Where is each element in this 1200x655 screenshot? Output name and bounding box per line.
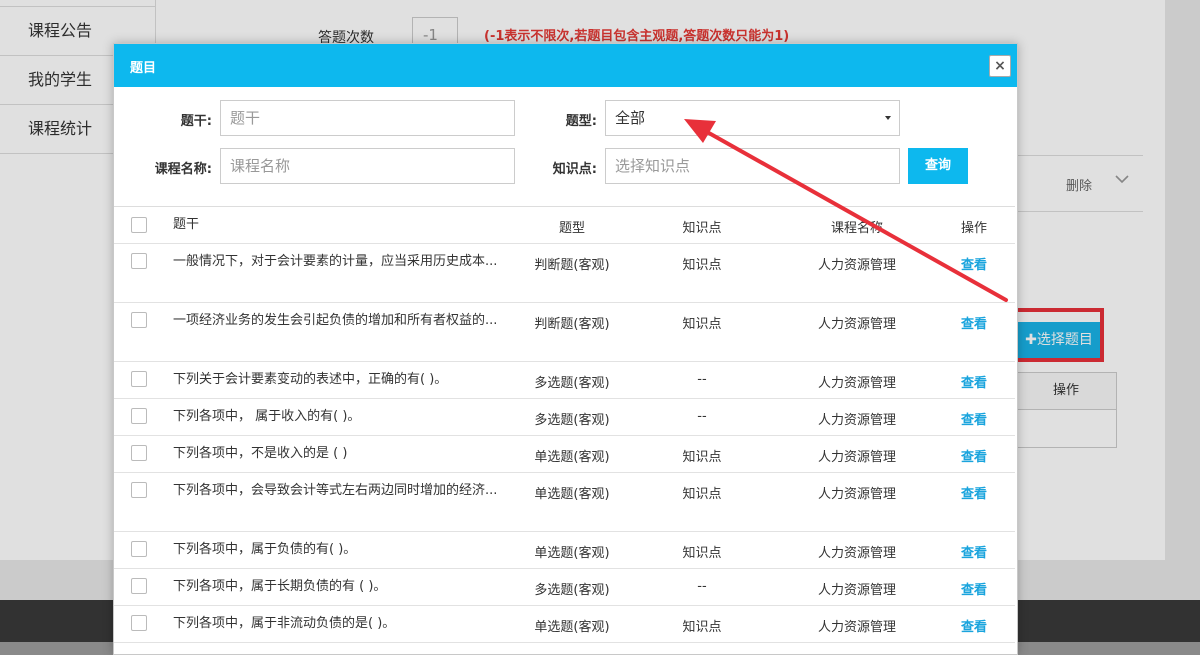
row-stem: 一般情况下，对于会计要素的计量，应当采用历史成本... [173, 254, 498, 269]
row-checkbox[interactable] [131, 445, 147, 461]
table-header-row: 题干 题型 知识点 课程名称 操作 [114, 207, 1015, 244]
row-checkbox[interactable] [131, 578, 147, 594]
table-row: 下列关于会计要素变动的表述中，正确的有( )。 多选题(客观) -- 人力资源管… [114, 362, 1015, 399]
row-knowledge-point: 知识点 [682, 546, 722, 561]
table-row: 下列各项中，属于长期负债的有 ( )。 多选题(客观) -- 人力资源管理 查看 [114, 569, 1015, 606]
stem-input[interactable]: 题干 [220, 100, 515, 136]
course-name-label: 课程名称: [154, 162, 212, 177]
row-type: 单选题(客观) [534, 620, 610, 635]
row-knowledge-point: -- [697, 372, 707, 387]
row-type: 判断题(客观) [534, 317, 610, 332]
row-knowledge-point: 知识点 [682, 487, 722, 502]
row-stem: 下列各项中，属于长期负债的有 ( )。 [173, 579, 387, 594]
header-type: 题型 [558, 221, 585, 236]
modal-title: 题目 [130, 61, 157, 76]
row-course-name: 人力资源管理 [817, 546, 896, 561]
query-button[interactable]: 查询 [908, 148, 968, 184]
row-course-name: 人力资源管理 [817, 258, 896, 273]
table-row: 下列各项中，属于非流动负债的是( )。 单选题(客观) 知识点 人力资源管理 查… [114, 606, 1015, 643]
table-row: 下列各项中， 属于收入的有( )。 多选题(客观) -- 人力资源管理 查看 [114, 399, 1015, 436]
row-course-name: 人力资源管理 [817, 317, 896, 332]
table-row: 一项经济业务的发生会引起负债的增加和所有者权益的... 判断题(客观) 知识点 … [114, 303, 1015, 362]
modal-header: 题目 × [114, 44, 1017, 87]
row-stem: 下列各项中， 属于收入的有( )。 [173, 409, 361, 424]
view-link[interactable]: 查看 [944, 542, 1004, 561]
row-type: 判断题(客观) [534, 258, 610, 273]
view-link[interactable]: 查看 [944, 483, 1004, 502]
table-row: 下列各项中，会导致会计等式左右两边同时增加的经济... 单选题(客观) 知识点 … [114, 473, 1015, 532]
row-type: 单选题(客观) [534, 450, 610, 465]
view-link[interactable]: 查看 [944, 313, 1004, 332]
row-course-name: 人力资源管理 [817, 376, 896, 391]
view-link[interactable]: 查看 [944, 616, 1004, 635]
view-link[interactable]: 查看 [944, 254, 1004, 273]
row-course-name: 人力资源管理 [817, 487, 896, 502]
row-stem: 下列各项中，会导致会计等式左右两边同时增加的经济... [173, 483, 498, 498]
question-table: 题干 题型 知识点 课程名称 操作 一般情况下，对于会计要素的计量，应当采用历史… [114, 206, 1015, 643]
row-course-name: 人力资源管理 [817, 620, 896, 635]
table-row: 下列各项中，属于负债的有( )。 单选题(客观) 知识点 人力资源管理 查看 [114, 532, 1015, 569]
course-name-input[interactable]: 课程名称 [220, 148, 515, 184]
row-stem: 下列关于会计要素变动的表述中，正确的有( )。 [173, 372, 448, 387]
view-link[interactable]: 查看 [944, 446, 1004, 465]
row-checkbox[interactable] [131, 371, 147, 387]
type-select[interactable]: 全部 [605, 100, 900, 136]
row-stem: 下列各项中，属于非流动负债的是( )。 [173, 616, 396, 631]
view-link[interactable]: 查看 [944, 409, 1004, 428]
row-course-name: 人力资源管理 [817, 413, 896, 428]
row-stem: 一项经济业务的发生会引起负债的增加和所有者权益的... [173, 313, 498, 328]
row-knowledge-point: -- [697, 409, 707, 424]
header-operation: 操作 [960, 221, 987, 236]
row-checkbox[interactable] [131, 541, 147, 557]
row-stem: 下列各项中，不是收入的是 ( ) [173, 446, 348, 461]
row-checkbox[interactable] [131, 482, 147, 498]
knowledge-point-input[interactable]: 选择知识点 [605, 148, 900, 184]
row-type: 多选题(客观) [534, 413, 610, 428]
row-knowledge-point: 知识点 [682, 317, 722, 332]
row-knowledge-point: -- [697, 579, 707, 594]
select-all-checkbox[interactable] [131, 217, 147, 233]
row-checkbox[interactable] [131, 615, 147, 631]
header-knowledge-point: 知识点 [682, 221, 722, 236]
row-course-name: 人力资源管理 [817, 583, 896, 598]
row-type: 单选题(客观) [534, 546, 610, 561]
caret-down-icon [885, 116, 891, 120]
row-type: 多选题(客观) [534, 583, 610, 598]
row-knowledge-point: 知识点 [682, 450, 722, 465]
row-checkbox[interactable] [131, 253, 147, 269]
row-type: 单选题(客观) [534, 487, 610, 502]
table-row: 下列各项中，不是收入的是 ( ) 单选题(客观) 知识点 人力资源管理 查看 [114, 436, 1015, 473]
row-type: 多选题(客观) [534, 376, 610, 391]
row-checkbox[interactable] [131, 408, 147, 424]
row-stem: 下列各项中，属于负债的有( )。 [173, 542, 357, 557]
question-modal: 题目 × 题干: 题干 题型: 全部 课程名称: 课程名称 知识点: 选择知识点… [113, 43, 1018, 655]
knowledge-point-label: 知识点: [552, 162, 597, 177]
view-link[interactable]: 查看 [944, 579, 1004, 598]
stem-label: 题干: [180, 114, 212, 129]
close-icon[interactable]: × [989, 55, 1011, 77]
table-row: 一般情况下，对于会计要素的计量，应当采用历史成本... 判断题(客观) 知识点 … [114, 244, 1015, 303]
row-checkbox[interactable] [131, 312, 147, 328]
type-select-value: 全部 [615, 109, 646, 127]
header-course-name: 课程名称 [830, 221, 883, 236]
header-stem: 题干 [173, 217, 200, 232]
type-label: 题型: [565, 114, 597, 129]
row-knowledge-point: 知识点 [682, 258, 722, 273]
view-link[interactable]: 查看 [944, 372, 1004, 391]
row-knowledge-point: 知识点 [682, 620, 722, 635]
row-course-name: 人力资源管理 [817, 450, 896, 465]
